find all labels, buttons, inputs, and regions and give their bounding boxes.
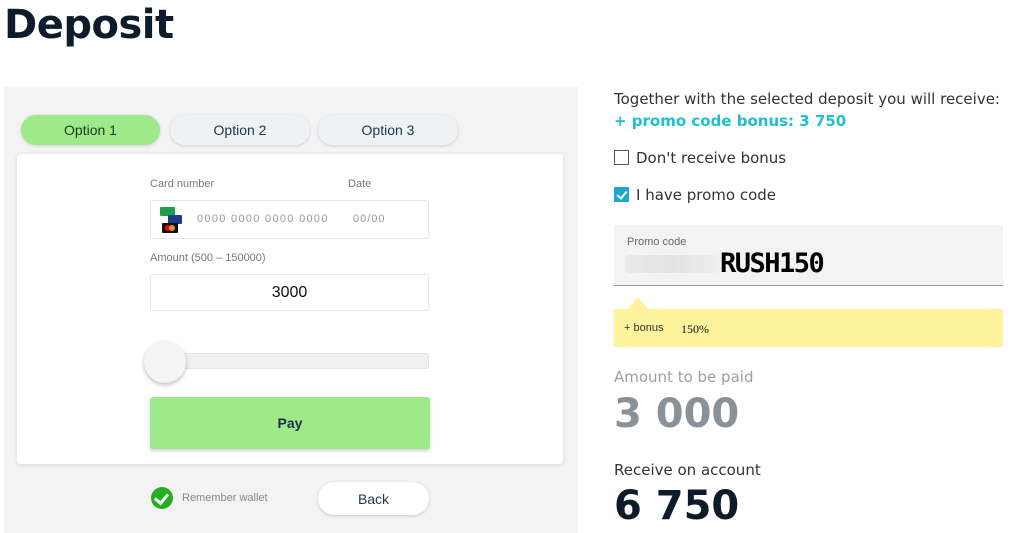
tab-option-2[interactable]: Option 2 xyxy=(170,115,310,145)
page-title: Deposit xyxy=(4,2,174,48)
amount-paid-label: Amount to be paid xyxy=(614,368,754,386)
bonus-info-box: + bonus 150% xyxy=(614,309,1003,347)
remember-wallet-label[interactable]: Remember wallet xyxy=(182,492,268,504)
promo-code-value[interactable]: RUSH150 xyxy=(720,248,825,279)
promo-code-field[interactable]: Promo code RUSH150 xyxy=(614,225,1003,286)
mastercard-icon xyxy=(162,223,178,233)
bonus-info-text: Together with the selected deposit you w… xyxy=(614,90,1000,108)
date-label: Date xyxy=(348,178,372,190)
promo-code-blur xyxy=(625,255,720,273)
promo-code-label: Promo code xyxy=(627,236,687,248)
receive-on-account-value: 6 750 xyxy=(614,483,740,529)
pay-button[interactable]: Pay xyxy=(150,397,430,449)
tab-option-3[interactable]: Option 3 xyxy=(318,115,458,145)
bonus-label: + bonus xyxy=(624,322,664,334)
have-promo-code-label[interactable]: I have promo code xyxy=(636,186,776,204)
dont-receive-bonus-label[interactable]: Don't receive bonus xyxy=(636,149,786,167)
amount-paid-value: 3 000 xyxy=(614,391,740,437)
have-promo-code-checkbox[interactable] xyxy=(614,187,629,202)
check-circle-icon[interactable] xyxy=(151,487,173,509)
bonus-percent: 150% xyxy=(681,322,709,336)
amount-label: Amount (500 – 150000) xyxy=(150,252,266,264)
bonus-tooltip-arrow xyxy=(628,297,648,309)
amount-input[interactable]: 3000 xyxy=(150,274,429,311)
card-brand-icon xyxy=(160,207,182,233)
back-button[interactable]: Back xyxy=(318,482,429,515)
receive-on-account-label: Receive on account xyxy=(614,461,761,479)
card-number-input[interactable]: 0000 0000 0000 0000 xyxy=(197,213,329,225)
amount-slider-track[interactable] xyxy=(150,353,429,369)
expiry-date-input[interactable]: 00/00 xyxy=(353,213,386,225)
dont-receive-bonus-checkbox[interactable] xyxy=(614,150,629,165)
promo-bonus-amount: + promo code bonus: 3 750 xyxy=(614,112,847,130)
card-number-label: Card number xyxy=(150,178,215,190)
amount-slider-thumb[interactable] xyxy=(144,341,186,383)
card-input-box[interactable]: 0000 0000 0000 0000 00/00 xyxy=(150,200,429,239)
deposit-options-panel: Option 1 Option 2 Option 3 Card number D… xyxy=(4,87,578,533)
tab-option-1[interactable]: Option 1 xyxy=(21,115,160,145)
payment-form-card: Card number Date 0000 0000 0000 0000 00/… xyxy=(17,154,563,464)
bonus-panel: Together with the selected deposit you w… xyxy=(614,0,1024,533)
